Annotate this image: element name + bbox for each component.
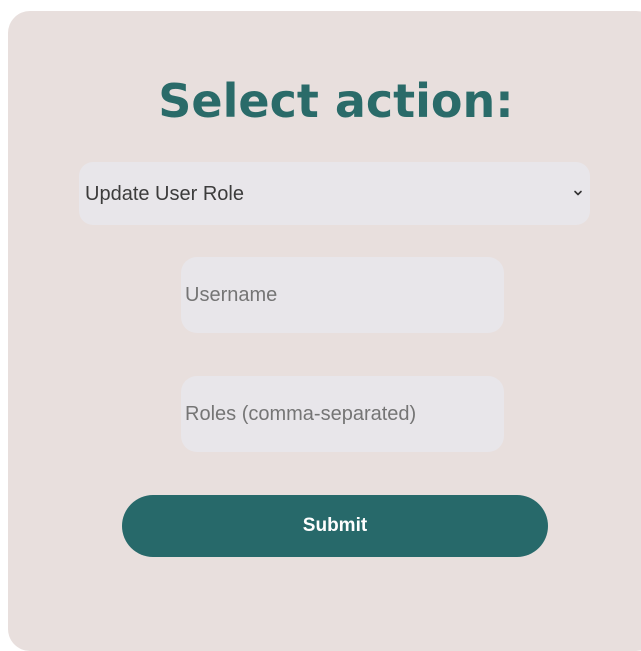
roles-placeholder: Roles (comma-separated) [185,403,417,425]
action-select[interactable]: Update User Role [79,162,590,225]
username-placeholder: Username [185,284,278,306]
action-form-panel: Select action: Update User Role Username… [8,11,641,651]
page-title: Select action: [158,74,514,128]
chevron-down-icon [574,190,582,196]
roles-field[interactable]: Roles (comma-separated) [181,376,504,452]
action-select-value: Update User Role [85,183,244,205]
username-field[interactable]: Username [181,257,504,333]
submit-button[interactable]: Submit [122,495,548,557]
